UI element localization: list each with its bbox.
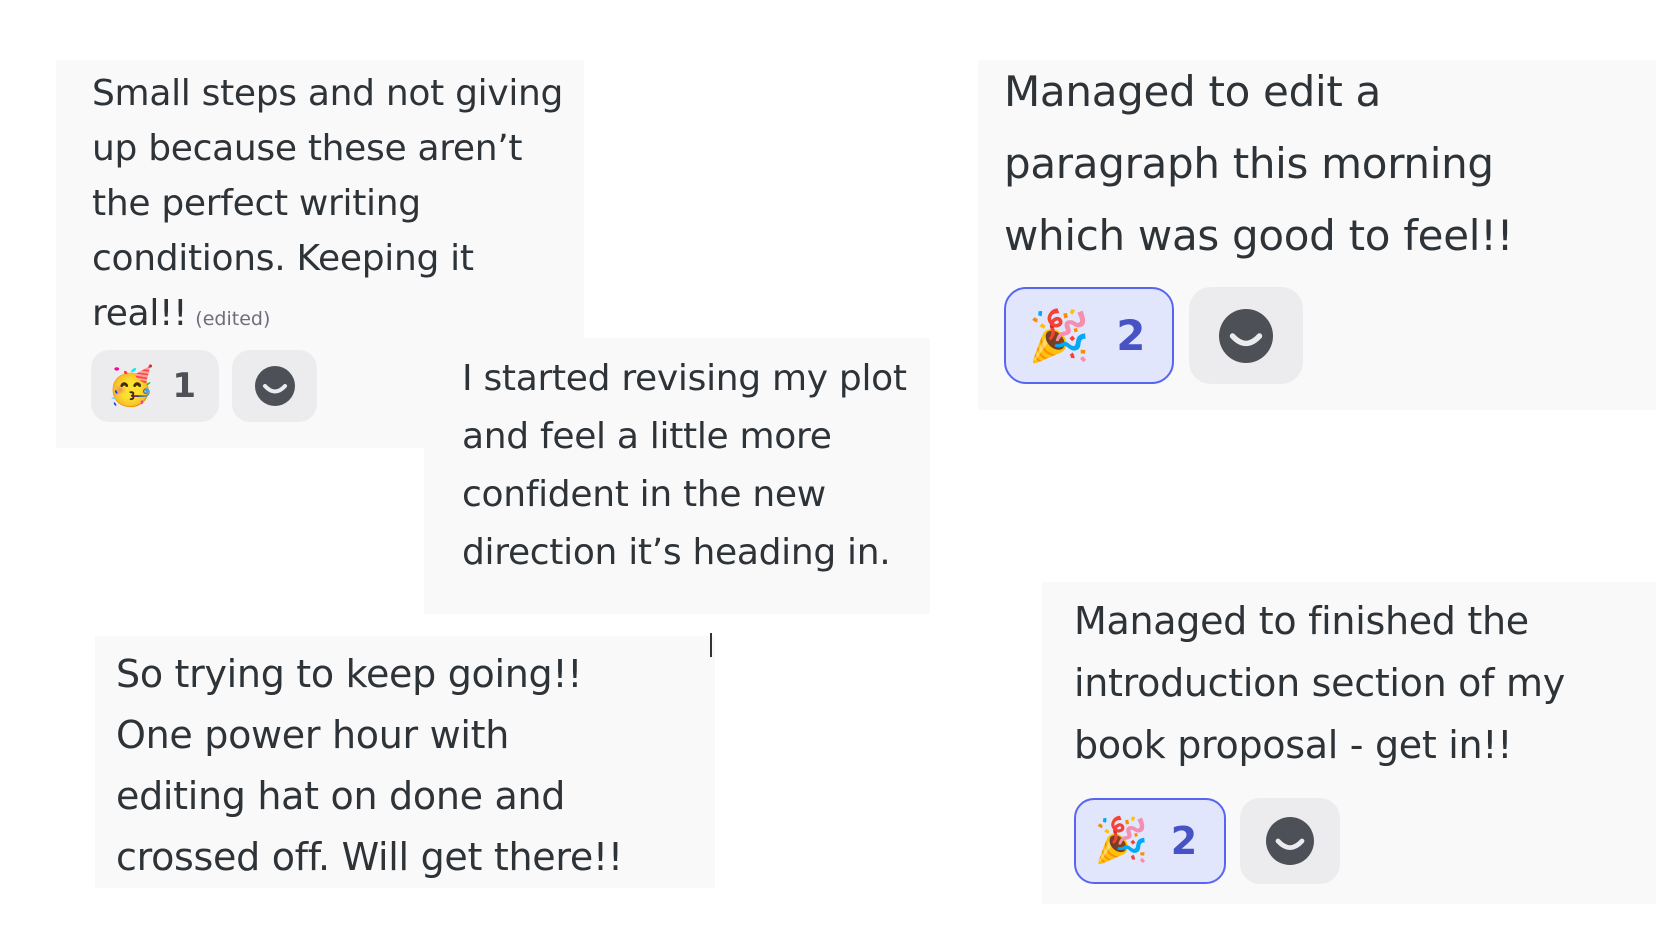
edited-tag: (edited) [195, 308, 271, 330]
reaction-party-popper[interactable]: 🎉 2 [1004, 287, 1174, 384]
add-reaction-button[interactable] [232, 350, 317, 422]
message-text-3: So trying to keep going!! One power hour… [116, 644, 716, 888]
party-popper-emoji-icon: 🎉 [1028, 306, 1091, 365]
message-line: book proposal - get in!! [1074, 723, 1513, 767]
message-line: the perfect writing [92, 183, 421, 224]
smiley-add-reaction-icon [1219, 308, 1273, 363]
reaction-count: 2 [1170, 819, 1198, 863]
add-reaction-button[interactable] [1189, 287, 1303, 384]
message-line: So trying to keep going!! [116, 652, 583, 696]
message-line: introduction section of my [1074, 661, 1565, 705]
message-line: One power hour with [116, 713, 510, 757]
message-line: confident in the new [462, 474, 826, 515]
message-text-4: Managed to edit a paragraph this morning… [1004, 56, 1664, 272]
message-line: paragraph this morning [1004, 139, 1494, 188]
message-text-1: Small steps and not giving up because th… [92, 66, 582, 347]
message-line: conditions. Keeping it [92, 238, 474, 279]
reaction-count: 2 [1116, 311, 1146, 360]
party-popper-emoji-icon: 🎉 [1094, 815, 1149, 866]
message-line: which was good to feel!! [1004, 211, 1514, 260]
message-line: Managed to finished the [1074, 599, 1529, 643]
message-text-2: I started revising my plot and feel a li… [462, 350, 932, 582]
message-line: I started revising my plot [462, 358, 907, 399]
message-text-5: Managed to finished the introduction sec… [1074, 590, 1654, 776]
reaction-count: 1 [172, 366, 196, 406]
reaction-partying-face[interactable]: 🥳 1 [91, 350, 219, 422]
message-line: direction it’s heading in. [462, 532, 891, 573]
smiley-add-reaction-icon [254, 366, 295, 406]
message-line: Small steps and not giving [92, 73, 564, 114]
message-line: crossed off. Will get there!! [116, 835, 623, 879]
partying-face-emoji-icon: 🥳 [107, 364, 155, 408]
message-line-text: real!! [92, 293, 188, 334]
message-line: and feel a little more [462, 416, 832, 457]
message-line: Managed to edit a [1004, 67, 1381, 116]
smiley-add-reaction-icon [1266, 817, 1314, 865]
message-line: up because these aren’t [92, 128, 523, 169]
reaction-party-popper[interactable]: 🎉 2 [1074, 798, 1226, 884]
add-reaction-button[interactable] [1240, 798, 1340, 884]
message-line: editing hat on done and [116, 774, 566, 818]
text-cursor [710, 633, 712, 657]
